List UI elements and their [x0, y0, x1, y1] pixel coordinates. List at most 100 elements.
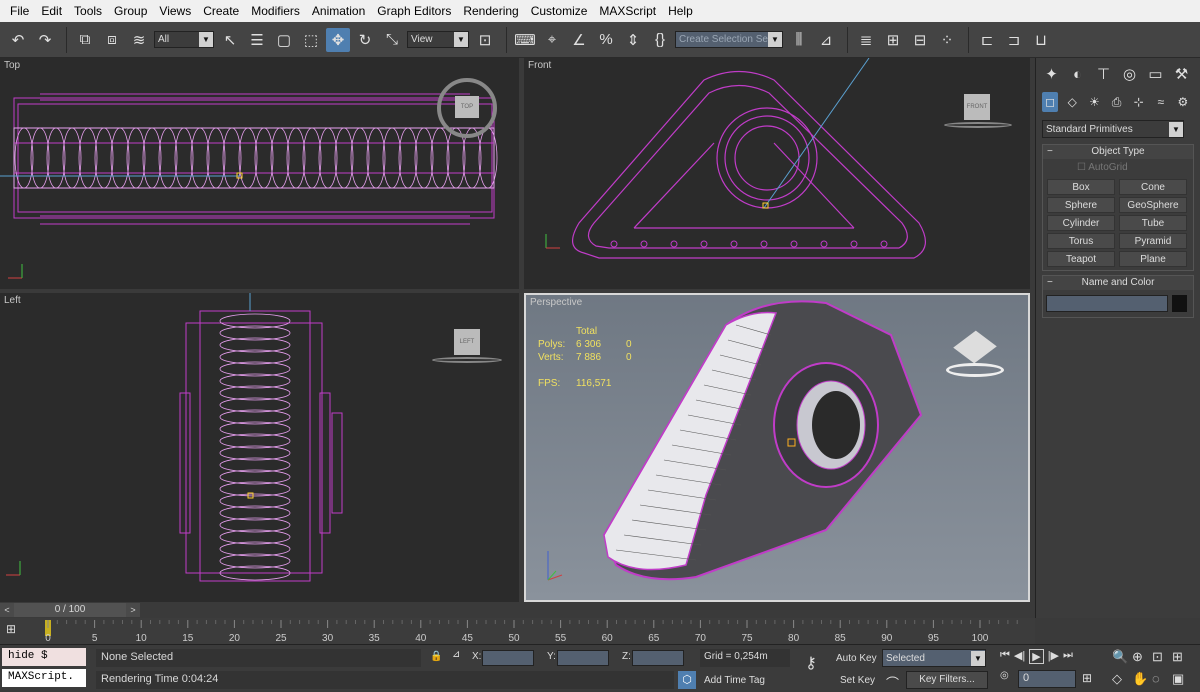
unlink-icon[interactable]: ⧈	[100, 28, 124, 52]
viewport-top[interactable]: Top TOP	[0, 58, 519, 289]
object-color-swatch[interactable]	[1172, 295, 1187, 312]
selection-filter-dropdown[interactable]: All ▼	[154, 31, 214, 48]
next-frame-icon[interactable]: >	[126, 603, 140, 617]
field-of-view-icon[interactable]: ◇	[1112, 671, 1132, 687]
object-type-header[interactable]: Object Type	[1043, 145, 1193, 159]
time-configuration-icon[interactable]: ⊞	[1082, 671, 1092, 685]
plane-button[interactable]: Plane	[1119, 251, 1187, 267]
bind-spacewarp-icon[interactable]: ≋	[127, 28, 151, 52]
geometry-icon[interactable]: ◻	[1042, 92, 1059, 112]
viewcube-left[interactable]: LEFT	[432, 329, 502, 363]
set-key-icon[interactable]: ⚷	[796, 653, 826, 679]
set-key-button[interactable]: Set Key	[840, 675, 875, 686]
time-slider[interactable]: < 0 / 100 >	[0, 602, 1035, 618]
absolute-mode-icon[interactable]: ⊿	[452, 649, 460, 660]
auto-key-button[interactable]: Auto Key	[836, 653, 877, 664]
autogrid-checkbox[interactable]: ☐ AutoGrid	[1043, 159, 1193, 176]
rendered-frame-window-icon[interactable]: ⊐	[1002, 28, 1026, 52]
category-dropdown[interactable]: Standard Primitives ▼	[1042, 120, 1184, 138]
z-coordinate-input[interactable]	[632, 650, 684, 666]
zoom-icon[interactable]: 🔍	[1112, 649, 1132, 665]
time-tag-icon[interactable]: ⬡	[678, 671, 696, 689]
play-icon[interactable]: ▶	[1029, 649, 1044, 664]
key-mode-dropdown[interactable]: Selected ▼	[882, 649, 986, 667]
pan-view-icon[interactable]: ✋	[1132, 671, 1152, 687]
menu-rendering[interactable]: Rendering	[457, 4, 524, 18]
menu-create[interactable]: Create	[197, 4, 245, 18]
edit-named-selection-icon[interactable]: {}	[648, 28, 672, 52]
menu-animation[interactable]: Animation	[306, 4, 371, 18]
object-name-input[interactable]	[1046, 295, 1168, 312]
curve-editor-icon[interactable]: ⊞	[881, 28, 905, 52]
key-filters-button[interactable]: Key Filters...	[906, 671, 988, 689]
shapes-icon[interactable]: ◇	[1064, 92, 1080, 112]
geosphere-button[interactable]: GeoSphere	[1119, 197, 1187, 213]
menu-views[interactable]: Views	[153, 4, 197, 18]
menu-file[interactable]: File	[4, 4, 35, 18]
lock-selection-icon[interactable]: 🔒	[430, 651, 442, 662]
menu-tools[interactable]: Tools	[68, 4, 108, 18]
align-icon[interactable]: ⊿	[814, 28, 838, 52]
select-by-name-icon[interactable]: ☰	[245, 28, 269, 52]
y-coordinate-input[interactable]	[557, 650, 609, 666]
select-and-scale-icon[interactable]: ⤡	[380, 28, 404, 52]
motion-tab-icon[interactable]: ◎	[1120, 62, 1139, 86]
viewport-front[interactable]: Front FRONT	[524, 58, 1030, 289]
window-crossing-icon[interactable]: ⬚	[299, 28, 323, 52]
helpers-icon[interactable]: ⊹	[1131, 92, 1147, 112]
material-editor-icon[interactable]: ⁘	[935, 28, 959, 52]
key-mode-toggle-icon[interactable]: ◎	[1000, 670, 1012, 688]
spacewarps-icon[interactable]: ≈	[1153, 92, 1169, 112]
viewcube-face[interactable]: TOP	[455, 96, 479, 118]
link-icon[interactable]: ⧉	[73, 28, 97, 52]
select-and-move-icon[interactable]: ✥	[326, 27, 350, 52]
current-frame-input[interactable]: 0	[1018, 670, 1076, 688]
modify-tab-icon[interactable]: ◐	[1068, 62, 1087, 86]
rect-selection-region-icon[interactable]: ▢	[272, 28, 296, 52]
viewport-perspective[interactable]: Perspective Total Polys: 6 306 0 Verts: 7 8…	[524, 293, 1030, 602]
cylinder-button[interactable]: Cylinder	[1047, 215, 1115, 231]
cameras-icon[interactable]: ⎙	[1108, 92, 1124, 112]
orbit-icon[interactable]: ◌	[1152, 671, 1172, 687]
keyboard-shortcut-override-icon[interactable]: ⌨	[513, 28, 537, 52]
menu-graph-editors[interactable]: Graph Editors	[371, 4, 457, 18]
viewcube-face[interactable]: LEFT	[454, 329, 480, 355]
maxscript-listener-line1[interactable]: hide $	[2, 648, 86, 666]
percent-snap-icon[interactable]: %	[594, 28, 618, 52]
snaps-toggle-icon[interactable]: ⌖	[540, 28, 564, 52]
utilities-tab-icon[interactable]: ⚒	[1172, 62, 1191, 86]
viewcube-face[interactable]: FRONT	[964, 94, 990, 120]
redo-icon[interactable]: ↷	[33, 28, 57, 52]
mirror-icon[interactable]: ⫼	[787, 28, 811, 52]
systems-icon[interactable]: ⚙	[1175, 92, 1191, 112]
undo-icon[interactable]: ↶	[6, 28, 30, 52]
zoom-extents-icon[interactable]: ⊡	[1152, 649, 1172, 665]
x-coordinate-input[interactable]	[482, 650, 534, 666]
reference-coord-dropdown[interactable]: View ▼	[407, 31, 469, 48]
pyramid-button[interactable]: Pyramid	[1119, 233, 1187, 249]
spinner-snap-icon[interactable]: ⇕	[621, 28, 645, 52]
viewcube-front[interactable]: FRONT	[944, 94, 1012, 128]
render-setup-icon[interactable]: ⊏	[975, 28, 999, 52]
next-key-icon[interactable]: |▶	[1048, 649, 1059, 664]
menu-customize[interactable]: Customize	[525, 4, 594, 18]
maxscript-listener-line2[interactable]: MAXScript.	[2, 669, 86, 687]
hierarchy-tab-icon[interactable]: ⊤	[1094, 62, 1113, 86]
tube-button[interactable]: Tube	[1119, 215, 1187, 231]
torus-button[interactable]: Torus	[1047, 233, 1115, 249]
menu-help[interactable]: Help	[662, 4, 699, 18]
menu-group[interactable]: Group	[108, 4, 153, 18]
go-to-end-icon[interactable]: ⏭	[1063, 649, 1073, 664]
sphere-button[interactable]: Sphere	[1047, 197, 1115, 213]
zoom-all-icon[interactable]: ⊕	[1132, 649, 1152, 665]
box-button[interactable]: Box	[1047, 179, 1115, 195]
pivot-center-icon[interactable]: ⊡	[473, 28, 497, 52]
viewport-left[interactable]: Left LEFT	[0, 293, 519, 602]
angle-snap-icon[interactable]: ∠	[567, 28, 591, 52]
previous-frame-icon[interactable]: <	[0, 603, 14, 617]
go-to-start-icon[interactable]: ⏮	[1000, 649, 1010, 664]
teapot-button[interactable]: Teapot	[1047, 251, 1115, 267]
viewcube-perspective[interactable]	[946, 329, 1004, 379]
render-production-icon[interactable]: ⊔	[1029, 28, 1053, 52]
timeline-ruler[interactable]: ⊞ 0 5 10 15 20 25 30 35 40 45 50 55 60 65 70 75 80 85 90 95…	[0, 618, 1035, 644]
